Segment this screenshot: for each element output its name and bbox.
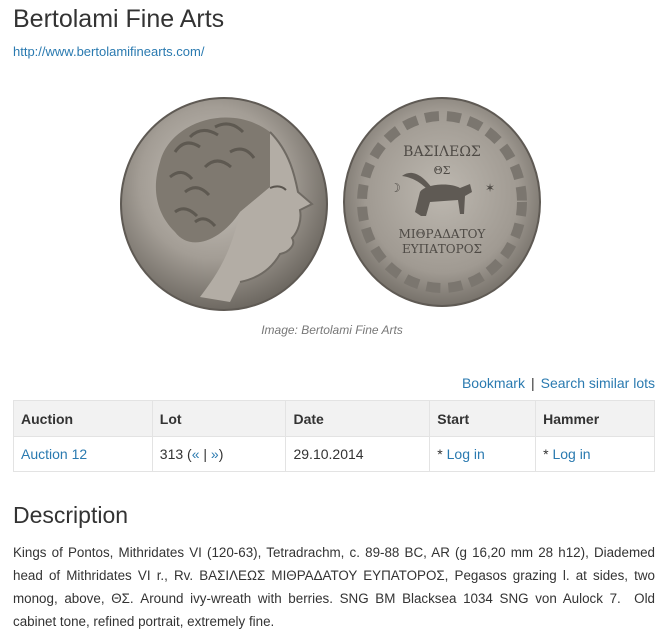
image-caption: Image: Bertolami Fine Arts: [261, 323, 403, 337]
date-cell: 29.10.2014: [285, 436, 431, 472]
column-header-date: Date: [285, 400, 431, 437]
column-header-auction: Auction: [13, 400, 153, 437]
description-heading: Description: [13, 502, 129, 528]
svg-text:✶: ✶: [485, 181, 495, 195]
column-header-lot: Lot: [151, 400, 287, 437]
lot-cell: 313 (« | »): [151, 436, 287, 472]
reverse-legend-line1: ΜΙΘΡΑΔΑΤΟΥ: [399, 227, 487, 241]
start-asterisk: *: [437, 446, 447, 462]
lot-number: 313: [159, 446, 184, 462]
column-header-start: Start: [429, 400, 537, 437]
lot-actions: Bookmark | Search similar lots: [462, 375, 655, 391]
reverse-legend-top: ΒΑΣΙΛΕΩΣ: [403, 144, 481, 160]
description-text: Kings of Pontos, Mithridates VI (120-63)…: [13, 545, 655, 629]
search-similar-lots-link[interactable]: Search similar lots: [541, 375, 655, 391]
coin-image: ΒΑΣΙΛΕΩΣ ΘΣ ΜΙΘΡΑΔΑΤΟΥ ΕΥΠΑΤΟΡΟΣ ☽ ✶: [120, 92, 546, 314]
lot-paren-open: (: [183, 446, 192, 462]
hammer-cell: * Log in: [535, 436, 655, 472]
auction-cell: Auction 12: [13, 436, 153, 472]
coin-obverse: [120, 97, 328, 311]
previous-lot-link[interactable]: «: [192, 446, 200, 462]
reverse-field-letters: ΘΣ: [434, 164, 451, 177]
auction-table: Auction Lot Date Start Hammer Auction 12…: [13, 400, 655, 472]
start-login-link[interactable]: Log in: [447, 446, 485, 462]
table-header-row: Auction Lot Date Start Hammer: [13, 400, 655, 437]
website-link[interactable]: http://www.bertolamifinearts.com/: [13, 44, 204, 59]
page-title: Bertolami Fine Arts: [13, 5, 225, 33]
next-lot-link[interactable]: »: [211, 446, 219, 462]
column-header-hammer: Hammer: [535, 400, 655, 437]
coin-reverse: ΒΑΣΙΛΕΩΣ ΘΣ ΜΙΘΡΑΔΑΤΟΥ ΕΥΠΑΤΟΡΟΣ ☽ ✶: [343, 97, 541, 307]
lot-paren-close: ): [218, 446, 224, 462]
table-row: Auction 12 313 (« | ») 29.10.2014 * Log …: [13, 436, 655, 472]
hammer-login-link[interactable]: Log in: [552, 446, 590, 462]
actions-separator: |: [530, 375, 535, 391]
start-cell: * Log in: [429, 436, 537, 472]
auction-link[interactable]: Auction 12: [21, 446, 87, 462]
lot-nav-separator: |: [199, 446, 211, 462]
lot-page: Bertolami Fine Arts http://www.bertolami…: [0, 0, 664, 634]
svg-text:☽: ☽: [390, 181, 401, 195]
reverse-legend-line2: ΕΥΠΑΤΟΡΟΣ: [402, 242, 482, 256]
bookmark-link[interactable]: Bookmark: [462, 375, 525, 391]
